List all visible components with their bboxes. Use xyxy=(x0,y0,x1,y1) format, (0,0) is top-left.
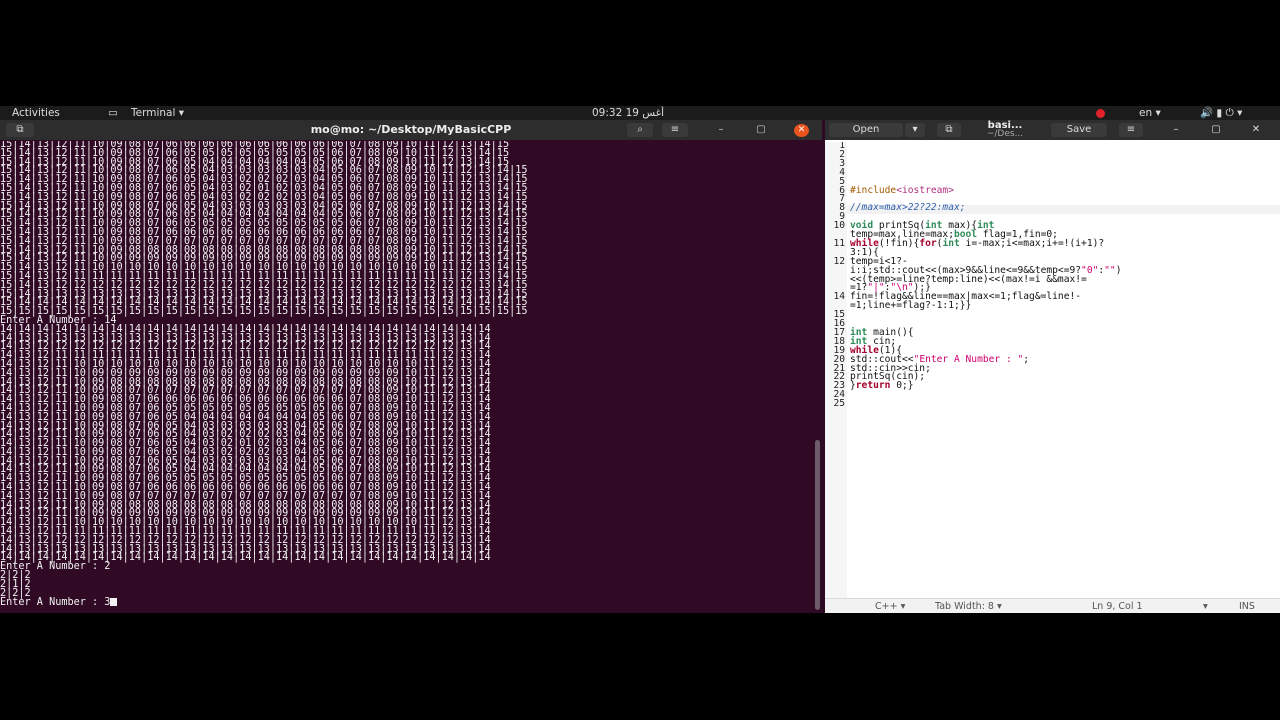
cursor-position[interactable]: Ln 9, Col 1 xyxy=(1092,599,1143,613)
line-number: 25 xyxy=(833,398,845,410)
file-path: ~/Des... xyxy=(986,129,1024,139)
save-button[interactable]: Save xyxy=(1051,123,1107,137)
line-number: 14 xyxy=(833,291,845,303)
record-icon xyxy=(1096,106,1105,120)
code-line: =1;line+=flag?-1:1;}} xyxy=(850,300,972,312)
tab-width-selector[interactable]: Tab Width: 8 ▾ xyxy=(935,599,1002,613)
status-bar: C++ ▾ Tab Width: 8 ▾ Ln 9, Col 1 ▾ INS xyxy=(825,598,1280,613)
gedit-window: Open ▾ ⧉ basi... ~/Des... Save ≡ – ▢ ✕ 1… xyxy=(825,120,1280,613)
system-status-icons[interactable]: 🔊 ▮ ⏻ ▾ xyxy=(1200,106,1242,120)
code-line: }return 0;} xyxy=(850,380,914,392)
open-label: Open xyxy=(852,124,880,135)
line-number: 10 xyxy=(833,220,845,232)
close-button[interactable]: ✕ xyxy=(1249,123,1263,137)
line-number: 12 xyxy=(833,255,845,267)
language-selector[interactable]: en ▾ xyxy=(1139,106,1161,120)
gedit-headerbar: Open ▾ ⧉ basi... ~/Des... Save ≡ – ▢ ✕ xyxy=(825,120,1280,140)
activities-button[interactable]: Activities xyxy=(12,106,60,120)
terminal-line: 2|1|2 xyxy=(0,578,31,590)
document-title: basi... ~/Des... xyxy=(975,121,1035,139)
top-bar: Activities ▭ Terminal ▾ 09:32 19 أغس en … xyxy=(0,106,1280,120)
minimize-button[interactable]: – xyxy=(715,124,727,136)
prompt-text: Enter A Number : 3 xyxy=(0,597,111,609)
minimize-button[interactable]: – xyxy=(1169,123,1183,137)
position-dropdown-icon[interactable]: ▾ xyxy=(1203,599,1208,613)
open-button[interactable]: Open xyxy=(829,123,903,137)
open-dropdown-icon[interactable]: ▾ xyxy=(905,123,925,137)
hamburger-icon[interactable]: ≡ xyxy=(1119,123,1143,137)
terminal-scrollbar[interactable] xyxy=(815,440,820,610)
text-cursor xyxy=(110,598,118,607)
terminal-line: Enter A Number : 2 xyxy=(0,561,111,573)
desktop: Activities ▭ Terminal ▾ 09:32 19 أغس en … xyxy=(0,106,1280,613)
code-line: #include<iostream> xyxy=(850,184,954,196)
code-line: while(!fin){for(int i=-max;i<=max;i+=!(i… xyxy=(850,237,1105,249)
maximize-button[interactable]: ▢ xyxy=(1209,123,1223,137)
terminal-output[interactable]: 15|14|13|12|11|10|09|08|07|06|06|06|06|0… xyxy=(0,141,812,613)
terminal-app-icon: ▭ xyxy=(108,107,118,119)
language-selector[interactable]: C++ ▾ xyxy=(875,599,905,613)
insert-mode[interactable]: INS xyxy=(1239,599,1255,613)
hamburger-icon[interactable]: ≡ xyxy=(662,123,688,137)
maximize-button[interactable]: ▢ xyxy=(755,124,767,136)
terminal-prompt-line: Enter A Number : 3 xyxy=(0,597,812,609)
search-icon[interactable]: ⌕ xyxy=(627,123,653,137)
clock[interactable]: 09:32 19 أغس xyxy=(592,106,664,120)
terminal-headerbar: ⧉ mo@mo: ~/Desktop/MyBasicCPP ⌕ ≡ – ▢ ✕ xyxy=(0,120,822,140)
line-number: 11 xyxy=(833,237,845,249)
app-menu[interactable]: Terminal ▾ xyxy=(131,106,184,120)
code-editor[interactable]: 1 2 3 4 5 6 #include<iostream> 7 8//max=max>22?2… xyxy=(825,142,1280,598)
terminal-title: mo@mo: ~/Desktop/MyBasicCPP xyxy=(310,123,512,136)
code-line: //max=max>22?22:max; xyxy=(850,202,966,214)
new-tab-button[interactable]: ⧉ xyxy=(937,123,961,137)
terminal-line: 2|2|2 xyxy=(0,570,31,582)
terminal-line: 15|15|15|15|15|15|15|15|15|15|15|15|15|1… xyxy=(0,306,528,318)
terminal-line: 14|14|14|14|14|14|14|14|14|14|14|14|14|1… xyxy=(0,552,491,564)
terminal-window: ⧉ mo@mo: ~/Desktop/MyBasicCPP ⌕ ≡ – ▢ ✕ … xyxy=(0,120,822,613)
close-button[interactable]: ✕ xyxy=(794,124,809,137)
terminal-line: 2|2|2 xyxy=(0,587,31,599)
